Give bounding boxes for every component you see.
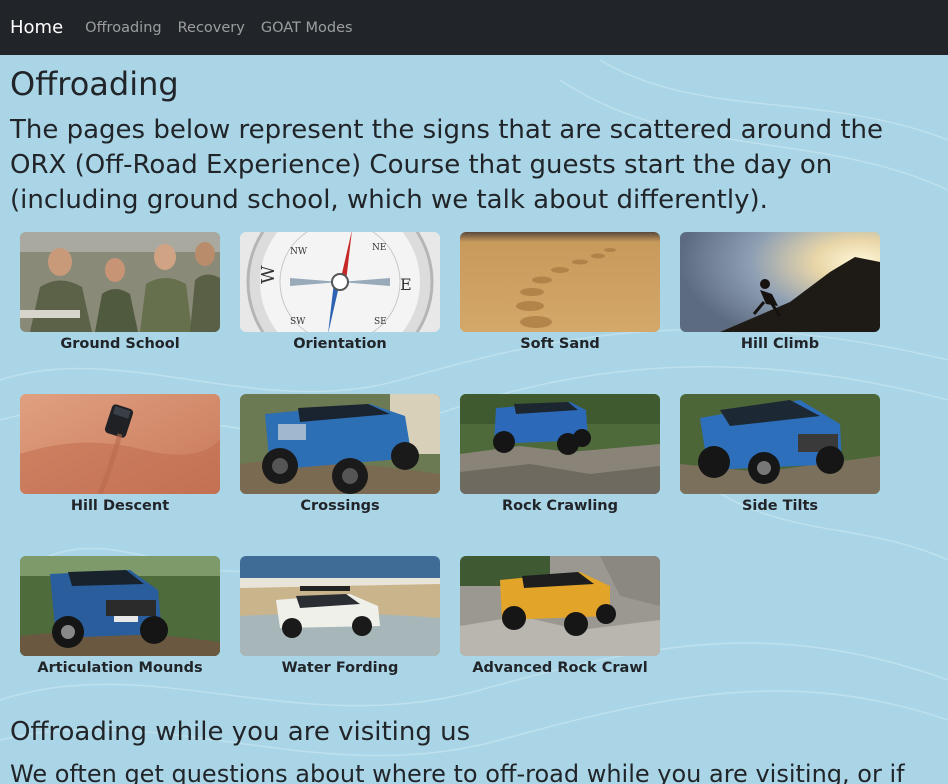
card-water-fording[interactable]: Water Fording [240, 556, 440, 676]
svg-text:NE: NE [372, 243, 386, 253]
card-label: Hill Climb [740, 336, 820, 352]
rock-crawling-image[interactable] [460, 394, 660, 494]
top-navbar: Home Offroading Recovery GOAT Modes [0, 0, 948, 55]
card-crossings[interactable]: Crossings [240, 394, 440, 514]
card-rock-crawling[interactable]: Rock Crawling [460, 394, 660, 514]
water-fording-image[interactable] [240, 556, 440, 656]
hill-climb-image[interactable] [680, 232, 880, 332]
sign-card-grid: Ground School W E NW NE SW SE Orientatio… [20, 232, 938, 676]
crossings-image[interactable] [240, 394, 440, 494]
card-hill-descent[interactable]: Hill Descent [20, 394, 220, 514]
articulation-mounds-image[interactable] [20, 556, 220, 656]
hill-descent-image[interactable] [20, 394, 220, 494]
card-orientation[interactable]: W E NW NE SW SE Orientation [240, 232, 440, 352]
card-label: Water Fording [281, 660, 399, 676]
ground-school-image[interactable] [20, 232, 220, 332]
card-articulation-mounds[interactable]: Articulation Mounds [20, 556, 220, 676]
svg-text:E: E [400, 275, 412, 294]
card-label: Rock Crawling [501, 498, 619, 514]
svg-text:SE: SE [374, 317, 387, 327]
nav-home-link[interactable]: Home [10, 17, 63, 38]
card-label: Orientation [293, 336, 387, 352]
card-advanced-rock-crawl[interactable]: Advanced Rock Crawl [460, 556, 660, 676]
page-intro: The pages below represent the signs that… [10, 115, 884, 215]
card-label: Side Tilts [741, 498, 819, 514]
visiting-section-text: We often get questions about where to of… [10, 760, 905, 784]
visiting-section-title: Offroading while you are visiting us [10, 717, 471, 747]
svg-text:NW: NW [290, 247, 308, 257]
card-label: Hill Descent [70, 498, 170, 514]
card-ground-school[interactable]: Ground School [20, 232, 220, 352]
nav-offroading-link[interactable]: Offroading [85, 20, 161, 36]
card-label: Soft Sand [520, 336, 600, 352]
card-soft-sand[interactable]: Soft Sand [460, 232, 660, 352]
main-content: Offroading The pages below represent the… [0, 65, 948, 784]
nav-recovery-link[interactable]: Recovery [178, 20, 245, 36]
side-tilts-image[interactable] [680, 394, 880, 494]
card-label: Ground School [60, 336, 180, 352]
page-title: Offroading [10, 65, 179, 103]
orientation-compass-image[interactable]: W E NW NE SW SE [240, 232, 440, 332]
soft-sand-image[interactable] [460, 232, 660, 332]
card-label: Advanced Rock Crawl [472, 660, 648, 676]
svg-text:W: W [258, 265, 279, 284]
card-label: Crossings [300, 498, 380, 514]
card-label: Articulation Mounds [37, 660, 203, 676]
card-hill-climb[interactable]: Hill Climb [680, 232, 880, 352]
advanced-rock-crawl-image[interactable] [460, 556, 660, 656]
card-side-tilts[interactable]: Side Tilts [680, 394, 880, 514]
svg-text:SW: SW [290, 317, 306, 327]
nav-goat-modes-link[interactable]: GOAT Modes [261, 20, 353, 36]
